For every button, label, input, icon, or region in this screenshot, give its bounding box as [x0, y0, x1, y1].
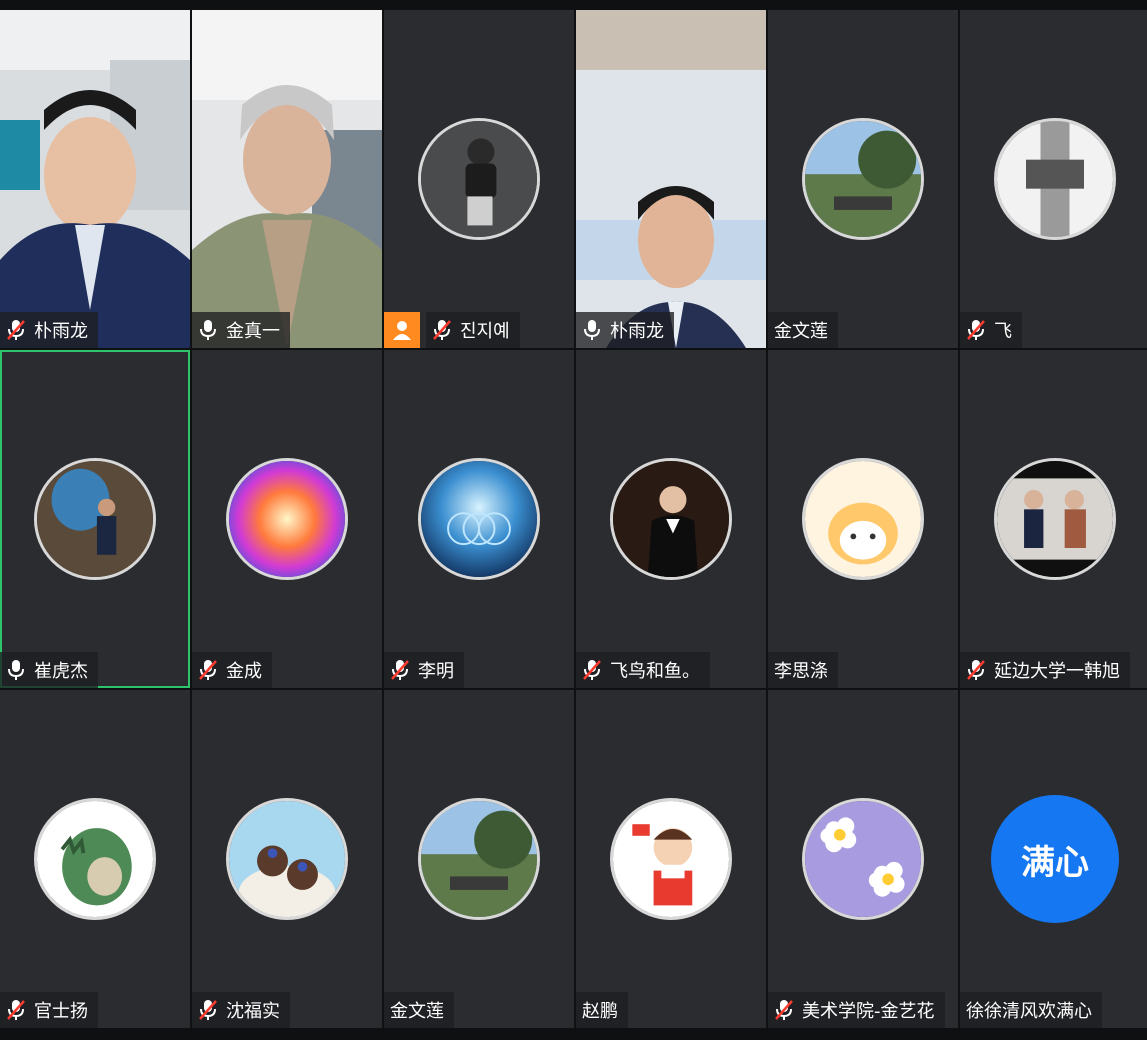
mic-muted-icon[interactable]	[432, 319, 452, 341]
participant-name: 金文莲	[774, 321, 828, 342]
participant-namebar: 赵鹏	[576, 992, 628, 1028]
mic-muted-icon[interactable]	[966, 319, 986, 341]
host-badge-icon	[384, 312, 420, 348]
participant-tile[interactable]: 赵鹏	[576, 690, 766, 1028]
mic-on-icon[interactable]	[6, 659, 26, 681]
mic-muted-icon[interactable]	[390, 659, 410, 681]
avatar	[994, 118, 1116, 240]
avatar	[418, 458, 540, 580]
participant-tile-active[interactable]: 朴雨龙	[576, 10, 766, 348]
participant-namebar: 金成	[192, 652, 272, 688]
participant-tile[interactable]: 飞鸟和鱼。	[576, 350, 766, 688]
participant-tile[interactable]: 李明	[384, 350, 574, 688]
participant-video	[576, 10, 766, 348]
participant-name: 金成	[226, 661, 262, 682]
avatar	[226, 798, 348, 920]
participant-namebar: 진지예	[426, 312, 520, 348]
mic-muted-icon[interactable]	[198, 659, 218, 681]
participant-namebar: 李明	[384, 652, 464, 688]
participant-name: 徐徐清风欢满心	[966, 1001, 1092, 1022]
mic-on-icon[interactable]	[198, 319, 218, 341]
participant-name: 美术学院-金艺花	[802, 1001, 935, 1022]
avatar	[994, 458, 1116, 580]
participant-name: 官士扬	[34, 1001, 88, 1022]
participant-namebar: 沈福实	[192, 992, 290, 1028]
participant-tile[interactable]: 满心 徐徐清风欢满心	[960, 690, 1147, 1028]
participant-namebar: 飞	[960, 312, 1022, 348]
avatar	[610, 458, 732, 580]
mic-muted-icon[interactable]	[774, 999, 794, 1021]
participant-name: 李明	[418, 661, 454, 682]
participant-namebar: 延边大学一韩旭	[960, 652, 1130, 688]
participant-name: 朴雨龙	[34, 321, 88, 342]
participant-tile[interactable]: 金文莲	[384, 690, 574, 1028]
avatar	[226, 458, 348, 580]
avatar	[418, 798, 540, 920]
participant-namebar: 美术学院-金艺花	[768, 992, 945, 1028]
participant-tile[interactable]: 金真一	[192, 10, 382, 348]
participant-name: 朴雨龙	[610, 321, 664, 342]
participant-tile-active[interactable]: 崔虎杰	[0, 350, 190, 688]
participant-tile[interactable]: 官士扬	[0, 690, 190, 1028]
mic-on-icon[interactable]	[582, 319, 602, 341]
participant-name: 李思涤	[774, 661, 828, 682]
participant-tile[interactable]: 飞	[960, 10, 1147, 348]
mic-muted-icon[interactable]	[966, 659, 986, 681]
participant-name: 진지예	[460, 321, 510, 342]
participant-name: 沈福实	[226, 1001, 280, 1022]
participant-name: 金文莲	[390, 1001, 444, 1022]
participant-tile[interactable]: 李思涤	[768, 350, 958, 688]
participant-namebar: 金真一	[192, 312, 290, 348]
avatar	[610, 798, 732, 920]
participant-namebar: 金文莲	[384, 992, 454, 1028]
participant-namebar: 李思涤	[768, 652, 838, 688]
participant-name: 崔虎杰	[34, 661, 88, 682]
mic-muted-icon[interactable]	[6, 999, 26, 1021]
participant-video	[0, 10, 190, 348]
participant-name: 延边大学一韩旭	[994, 661, 1120, 682]
participant-tile[interactable]: 金成	[192, 350, 382, 688]
participant-namebar: 朴雨龙	[576, 312, 674, 348]
participant-tile[interactable]: 沈福实	[192, 690, 382, 1028]
participant-name: 飞	[994, 321, 1012, 342]
participant-grid: 朴雨龙 金真一 진지예 朴雨龙 金文莲 飞 崔虎杰 金成 李明 飞鸟和鱼。 李思…	[0, 10, 1147, 1028]
participant-tile[interactable]: 金文莲	[768, 10, 958, 348]
participant-tile[interactable]: 美术学院-金艺花	[768, 690, 958, 1028]
participant-namebar: 崔虎杰	[0, 652, 98, 688]
participant-tile[interactable]: 朴雨龙	[0, 10, 190, 348]
text-avatar: 满心	[991, 795, 1119, 923]
participant-video	[192, 10, 382, 348]
participant-tile[interactable]: 延边大学一韩旭	[960, 350, 1147, 688]
participant-namebar: 金文莲	[768, 312, 838, 348]
mic-muted-icon[interactable]	[582, 659, 602, 681]
participant-namebar: 飞鸟和鱼。	[576, 652, 710, 688]
participant-namebar: 徐徐清风欢满心	[960, 992, 1102, 1028]
avatar	[802, 118, 924, 240]
participant-name: 飞鸟和鱼。	[610, 661, 700, 682]
avatar	[34, 798, 156, 920]
avatar	[34, 458, 156, 580]
avatar	[418, 118, 540, 240]
avatar	[802, 798, 924, 920]
participant-namebar: 官士扬	[0, 992, 98, 1028]
participant-name: 赵鹏	[582, 1001, 618, 1022]
mic-muted-icon[interactable]	[6, 319, 26, 341]
avatar	[802, 458, 924, 580]
participant-tile[interactable]: 진지예	[384, 10, 574, 348]
mic-muted-icon[interactable]	[198, 999, 218, 1021]
participant-namebar: 朴雨龙	[0, 312, 98, 348]
participant-name: 金真一	[226, 321, 280, 342]
